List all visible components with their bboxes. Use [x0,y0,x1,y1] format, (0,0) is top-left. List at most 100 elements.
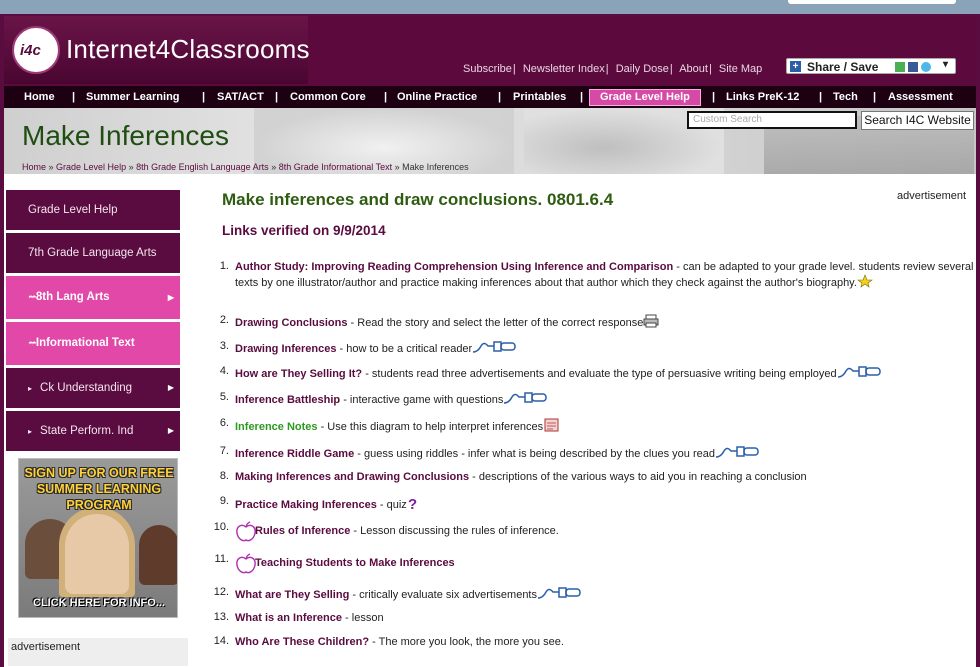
apple-icon [235,553,256,574]
glasses-icon: ◓◓ [28,292,37,302]
resource-description: - The more you look, the more you see. [369,636,564,648]
resource-link[interactable]: Inference Riddle Game [235,448,354,460]
sidebar-item-state-perform-ind[interactable]: ▸ State Perform. Ind ▶ [6,411,180,451]
resource-link[interactable]: Making Inferences and Drawing Conclusion… [235,471,469,483]
newsletter-index-link[interactable]: Newsletter Index [523,63,605,75]
content-advertisement: advertisement [897,190,967,202]
sidebar-item-8th-lang-arts[interactable]: ◓◓8th Lang Arts ▶ [6,276,180,319]
twitter-icon [921,62,931,72]
share-save-button[interactable]: + Share / Save ▾ [786,58,956,74]
browser-top-strip [0,0,980,14]
plug-icon [472,340,518,358]
nav-links-prek-12[interactable]: Links PreK-12 [726,91,799,103]
resource-description: - descriptions of the various ways to ai… [469,471,807,483]
site-logo[interactable]: i4c Internet4Classrooms [4,16,310,84]
nav-printables[interactable]: Printables [513,91,566,103]
list-item-number: 2. [219,314,229,326]
list-item-number: 9. [219,495,229,507]
resource-link[interactable]: Who Are These Children? [235,636,369,648]
apple-icon [235,521,256,542]
page-content: i4c Internet4Classrooms Subscribe| Newsl… [4,16,976,667]
nav-tech[interactable]: Tech [833,91,858,103]
breadcrumb-grade-level-help[interactable]: Grade Level Help [56,162,126,172]
promo-headline: SIGN UP FOR OUR FREE SUMMER LEARNING PRO… [24,466,174,512]
resource-description: - lesson [341,612,384,624]
resource-link[interactable]: Drawing Inferences [235,343,336,355]
list-item-number: 4. [219,365,229,377]
facebook-icon [908,62,918,72]
printer-icon [643,314,659,332]
top-links: Subscribe| Newsletter Index| Daily Dose|… [463,63,763,75]
svg-text:?: ? [408,496,417,511]
site-map-link[interactable]: Site Map [719,63,762,75]
list-item-number: 12. [213,586,229,598]
chevron-right-icon: ▶ [167,383,174,392]
notes-icon [543,417,561,437]
glasses-icon: ◓◓ [28,338,37,348]
resource-link[interactable]: Rules of Inference [255,525,350,537]
nav-grade-level-help[interactable]: Grade Level Help [589,89,701,106]
list-item-number: 7. [219,445,229,457]
list-item-number: 5. [219,391,229,403]
resource-description: - students read three advertisements and… [362,367,837,380]
breadcrumb-8th-grade-ela[interactable]: 8th Grade English Language Arts [136,162,269,172]
nav-assessment[interactable]: Assessment [888,91,953,103]
resource-link[interactable]: Drawing Conclusions [235,317,347,329]
resource-link[interactable]: What are They Selling [235,589,349,601]
page-title: Make Inferences [22,120,229,151]
breadcrumb-informational-text[interactable]: 8th Grade Informational Text [279,162,392,172]
plus-icon: + [790,61,801,72]
page-banner: Make Inferences Custom Search Search I4C… [4,108,976,174]
logo-text: Internet4Classrooms [66,34,310,64]
resource-description: - Use this diagram to help interpret inf… [317,420,544,433]
logo-icon: i4c [12,26,60,74]
sidebar-item-7th-grade-language-arts[interactable]: 7th Grade Language Arts [6,233,180,273]
promo-cta: CLICK HERE FOR INFO... [33,597,165,609]
resource-link[interactable]: Inference Battleship [235,394,340,406]
sidebar-item-informational-text[interactable]: ◓◓Informational Text [6,322,180,365]
subscribe-link[interactable]: Subscribe [463,63,512,75]
sidebar-advertisement: advertisement [8,638,188,666]
plug-icon [537,586,583,604]
search-button[interactable]: Search I4C Website [861,111,974,130]
breadcrumb: Home » Grade Level Help » 8th Grade Engl… [22,162,469,172]
nav-online-practice[interactable]: Online Practice [397,91,477,103]
search-input[interactable]: Custom Search [687,111,857,129]
resource-description: - critically evaluate six advertisements [349,588,537,601]
chevron-down-icon: ▾ [943,59,949,70]
nav-common-core[interactable]: Common Core [290,91,366,103]
resource-link[interactable]: What is an Inference [235,612,342,624]
chevron-right-icon: ▶ [167,293,174,302]
nav-home[interactable]: Home [24,91,55,103]
bullet-icon: ▸ [28,427,33,436]
nav-sat-act[interactable]: SAT/ACT [217,91,264,103]
sidebar-item-grade-level-help[interactable]: Grade Level Help [6,190,180,230]
resource-link[interactable]: Teaching Students to Make Inferences [255,557,455,569]
summer-learning-promo[interactable]: SIGN UP FOR OUR FREE SUMMER LEARNING PRO… [18,458,178,618]
resource-description: - interactive game with questions [340,393,504,406]
breadcrumb-current: Make Inferences [402,162,469,172]
resource-link[interactable]: Inference Notes [235,421,318,433]
resource-description: - Read the story and select the letter o… [347,316,644,329]
links-verified: Links verified on 9/9/2014 [222,223,386,238]
sidebar-item-ck-understanding[interactable]: ▸ Ck Understanding ▶ [6,368,180,408]
resource-link[interactable]: Practice Making Inferences [235,499,377,511]
daily-dose-link[interactable]: Daily Dose [616,63,669,75]
list-item-number: 3. [219,340,229,352]
nav-summer-learning[interactable]: Summer Learning [86,91,180,103]
bullet-icon: ▸ [28,384,33,393]
breadcrumb-home[interactable]: Home [22,162,46,172]
list-item-number: 14. [213,635,229,647]
resource-link[interactable]: Author Study: Improving Reading Comprehe… [235,261,673,273]
resource-link[interactable]: How are They Selling It? [235,368,362,380]
question-icon: ? [407,495,419,515]
plug-icon [837,365,883,383]
list-item-number: 1. [219,260,229,272]
list-item-number: 13. [213,611,229,623]
resource-description: - how to be a critical reader [336,342,473,355]
content-title: Make inferences and draw conclusions. 08… [222,190,614,209]
resource-description: - Lesson discussing the rules of inferen… [350,524,559,537]
share-email-icon [895,62,905,72]
star-icon [857,274,875,292]
about-link[interactable]: About [679,63,708,75]
